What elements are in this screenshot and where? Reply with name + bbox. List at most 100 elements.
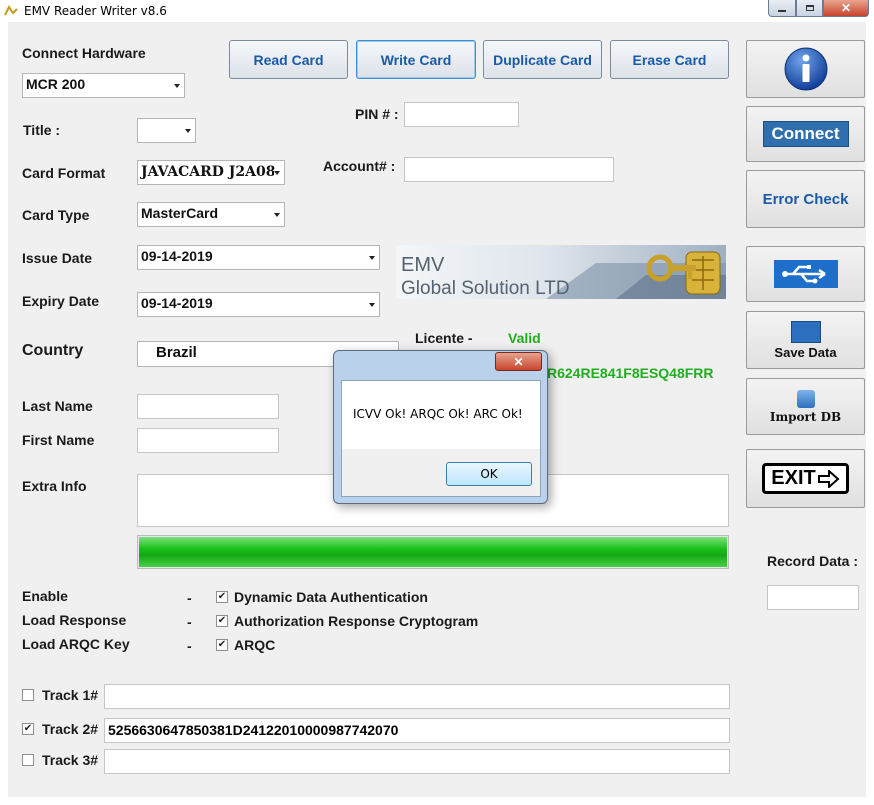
title-label: Title : [23, 122, 61, 138]
app-logo-icon [4, 4, 18, 16]
load-arqc-key-label: Load ARQC Key [22, 636, 130, 652]
exit-button[interactable]: EXIT [746, 449, 865, 508]
dialog-message: ICVV Ok! ARQC Ok! ARC Ok! [353, 407, 523, 421]
track3-input[interactable] [104, 749, 730, 774]
record-data-label: Record Data : [767, 553, 859, 569]
dialog-footer: OK [342, 449, 540, 496]
import-db-label: Import DB [769, 409, 842, 424]
issue-date-picker[interactable]: 09-14-2019 [137, 245, 380, 270]
progress-bar [137, 535, 729, 569]
ok-button[interactable]: OK [446, 462, 532, 486]
read-card-button[interactable]: Read Card [229, 40, 348, 79]
connect-button[interactable]: Connect [746, 106, 865, 162]
maximize-icon [805, 5, 814, 11]
track1-label: Track 1# [42, 687, 99, 703]
card-format-value: JAVACARD J2A08 [141, 164, 276, 180]
arqc-checkbox[interactable]: ✔ [216, 639, 228, 651]
connect-label: Connect [762, 121, 849, 147]
title-select[interactable] [137, 118, 196, 143]
expiry-date-picker[interactable]: 09-14-2019 [137, 292, 380, 317]
chevron-down-icon [185, 129, 191, 133]
erase-card-button[interactable]: Erase Card [610, 40, 729, 79]
write-card-button[interactable]: Write Card [356, 40, 476, 79]
dash-1: - [187, 590, 192, 606]
track3-checkbox[interactable] [22, 754, 34, 766]
info-button[interactable] [746, 40, 865, 98]
chevron-down-icon [174, 84, 180, 88]
track2-checkbox[interactable]: ✔ [22, 723, 34, 735]
chevron-down-icon [274, 171, 280, 175]
last-name-input[interactable] [137, 394, 279, 419]
track2-label: Track 2# [42, 721, 99, 737]
license-label: Licente - [415, 330, 473, 346]
usb-button[interactable] [746, 246, 865, 302]
close-icon: ✕ [513, 354, 524, 369]
exit-label: EXIT [771, 467, 816, 489]
chevron-down-icon [369, 256, 375, 260]
card-type-select[interactable]: MasterCard [137, 202, 285, 227]
arrow-right-icon [817, 469, 840, 488]
pin-label: PIN # : [355, 106, 399, 122]
expiry-date-label: Expiry Date [22, 293, 100, 309]
track1-checkbox[interactable] [22, 689, 34, 701]
save-data-label: Save Data [774, 344, 837, 360]
country-label: Country [22, 342, 84, 359]
maximize-button[interactable] [796, 0, 823, 17]
close-button[interactable]: ✕ [823, 0, 869, 17]
track3-label: Track 3# [42, 752, 99, 768]
save-data-button[interactable]: Save Data [746, 311, 865, 369]
info-icon [784, 47, 827, 91]
account-input[interactable] [404, 157, 614, 182]
banner-line2: Global Solution LTD [401, 278, 570, 299]
key-chip-icon [646, 251, 721, 295]
first-name-input[interactable] [137, 428, 279, 453]
card-format-label: Card Format [22, 165, 106, 181]
frame-left [0, 22, 8, 805]
issue-date-value: 09-14-2019 [141, 248, 213, 264]
chevron-down-icon [369, 303, 375, 307]
arc-checkbox[interactable]: ✔ [216, 615, 228, 627]
license-key: R624RE841F8ESQ48FRR [547, 365, 714, 381]
account-label: Account# : [323, 158, 396, 174]
arqc-label: ARQC [234, 637, 276, 653]
banner-line1: EMV [401, 254, 445, 276]
dialog-body: ICVV Ok! ARQC Ok! ARC Ok! OK [341, 380, 541, 497]
arc-label: Authorization Response Cryptogram [234, 613, 479, 629]
emv-banner: EMV Global Solution LTD [396, 245, 726, 299]
connect-hardware-label: Connect Hardware [22, 45, 146, 61]
usb-icon [773, 260, 838, 288]
duplicate-card-button[interactable]: Duplicate Card [483, 40, 602, 79]
track2-input[interactable]: 5256630647850381D24122010000987742070 [104, 718, 730, 743]
minimize-button[interactable] [768, 0, 796, 17]
import-db-button[interactable]: Import DB [746, 378, 865, 435]
save-icon [790, 320, 821, 343]
dda-checkbox[interactable]: ✔ [216, 591, 228, 603]
dash-3: - [187, 638, 192, 654]
dialog-close-button[interactable]: ✕ [495, 352, 542, 371]
hardware-select[interactable]: MCR 200 [22, 73, 185, 98]
app-window: EMV Reader Writer v8.6 ✕ Connect Hardwar… [0, 0, 874, 805]
last-name-label: Last Name [22, 398, 93, 414]
pin-input[interactable] [404, 102, 519, 127]
first-name-label: First Name [22, 432, 95, 448]
frame-bottom [0, 797, 874, 805]
message-dialog: ✕ ICVV Ok! ARQC Ok! ARC Ok! OK [333, 350, 548, 504]
close-icon: ✕ [840, 1, 852, 15]
error-check-button[interactable]: Error Check [746, 170, 865, 228]
load-response-label: Load Response [22, 612, 127, 628]
track1-input[interactable] [104, 684, 730, 709]
card-type-value: MasterCard [141, 205, 219, 221]
card-format-select[interactable]: JAVACARD J2A08 [137, 160, 285, 185]
title-bar: EMV Reader Writer v8.6 ✕ [0, 0, 874, 22]
window-title: EMV Reader Writer v8.6 [24, 4, 167, 18]
chevron-down-icon [274, 213, 280, 217]
exit-icon: EXIT [762, 463, 849, 494]
minimize-icon [778, 9, 786, 12]
record-data-input[interactable] [767, 585, 859, 610]
issue-date-label: Issue Date [22, 250, 93, 266]
expiry-date-value: 09-14-2019 [141, 295, 213, 311]
extra-info-label: Extra Info [22, 478, 87, 494]
progress-fill [139, 537, 727, 567]
enable-label: Enable [22, 588, 68, 604]
license-status: Valid [508, 330, 541, 346]
